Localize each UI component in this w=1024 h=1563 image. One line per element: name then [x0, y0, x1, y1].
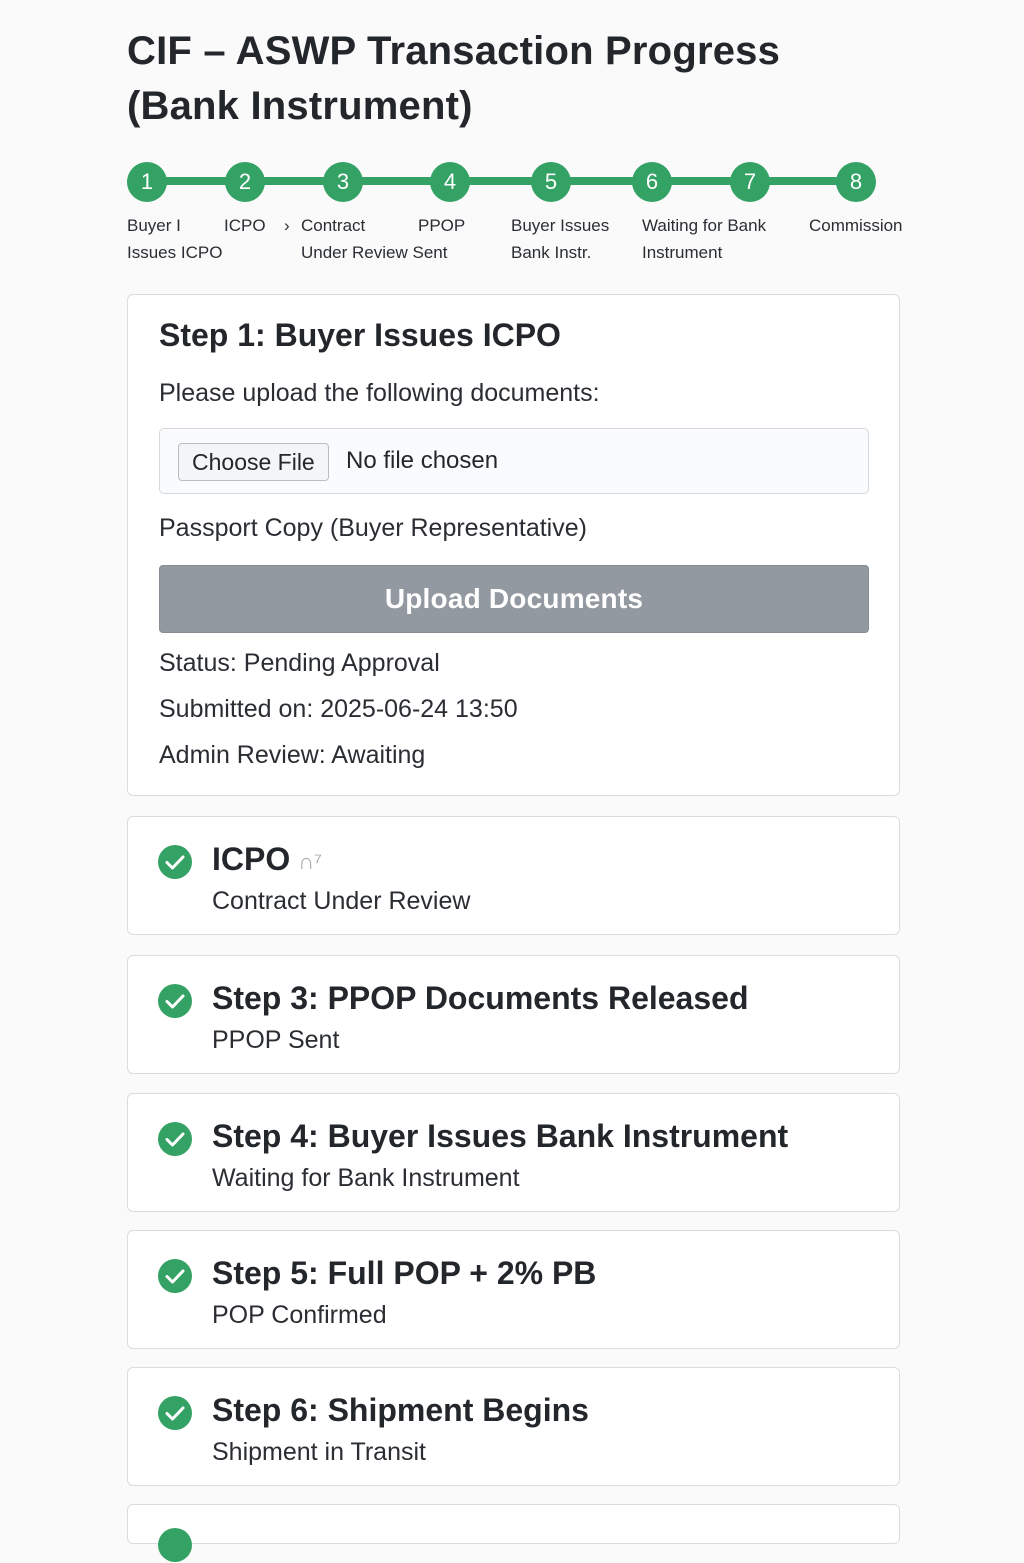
upload-documents-button[interactable]: Upload Documents [159, 565, 869, 633]
step-circle-1[interactable]: 1 [127, 162, 167, 202]
step-label-4-line1: PPOP [418, 216, 466, 235]
file-status-text: No file chosen [346, 447, 499, 474]
step-label-5-line2: Bank Instr. [511, 243, 592, 262]
choose-file-button[interactable]: Choose File [178, 443, 329, 481]
completed-step-card: ICPO ∩⁷ Contract Under Review [127, 816, 900, 935]
completed-step-title: Step 4: Buyer Issues Bank Instrument [212, 1118, 789, 1154]
completed-step-card: Step 3: PPOP Documents Released PPOP Sen… [127, 955, 900, 1074]
check-circle-icon [158, 845, 192, 879]
step-label-2-line1: ICPO [224, 216, 266, 235]
step-label-6-line2: Instrument [642, 243, 723, 262]
completed-step-title: ICPO ∩⁷ [212, 841, 322, 878]
step-label-5: Buyer Issues Bank Instr. [511, 212, 609, 266]
step-circle-7[interactable]: 7 [730, 162, 770, 202]
completed-step-subtitle: Contract Under Review [212, 887, 471, 915]
check-circle-icon [158, 1122, 192, 1156]
completed-step-subtitle: Shipment in Transit [212, 1438, 426, 1466]
chevron-right-icon: › [284, 216, 290, 235]
pen-icon: ∩⁷ [298, 848, 323, 874]
step-label-3-line2: Under Review Sent [301, 243, 448, 262]
completed-step-title: Step 5: Full POP + 2% PB [212, 1255, 597, 1291]
step-label-8: Commission [809, 212, 903, 239]
document-label: Passport Copy (Buyer Representative) [159, 514, 587, 542]
check-circle-icon [158, 1259, 192, 1293]
completed-step-card-partial [127, 1504, 900, 1562]
completed-step-subtitle: POP Confirmed [212, 1301, 387, 1329]
submitted-date: Submitted on: 2025-06-24 13:50 [159, 695, 518, 723]
step-circle-8[interactable]: 8 [836, 162, 876, 202]
step-label-1-line2: Issues ICPO [127, 243, 223, 262]
step-circle-4[interactable]: 4 [430, 162, 470, 202]
step-label-6: Waiting for Bank Instrument [642, 212, 766, 266]
check-circle-icon [158, 1396, 192, 1430]
completed-step-title-text: ICPO [212, 841, 291, 877]
step-circle-2[interactable]: 2 [225, 162, 265, 202]
step-label-4: PPOP [418, 212, 465, 239]
file-input[interactable]: Choose File No file chosen [159, 428, 869, 494]
current-step-title: Step 1: Buyer Issues ICPO [159, 317, 561, 353]
upload-instructions: Please upload the following documents: [159, 379, 600, 407]
completed-step-subtitle: Waiting for Bank Instrument [212, 1164, 520, 1192]
step-label-5-line1: Buyer Issues [511, 216, 610, 235]
status-text: Status: Pending Approval [159, 649, 440, 677]
current-step-card: Step 1: Buyer Issues ICPO Please upload … [127, 294, 900, 796]
completed-step-subtitle: PPOP Sent [212, 1026, 340, 1054]
step-label-6-line1: Waiting for Bank [642, 216, 767, 235]
step-label-2: ICPO [224, 212, 266, 239]
step-label-1: Buyer I Issues ICPO [127, 212, 222, 266]
admin-review-status: Admin Review: Awaiting [159, 741, 426, 769]
progress-stepper: 1 2 3 4 5 6 7 8 Buyer I Issues ICPO ICPO… [127, 160, 927, 270]
step-circle-6[interactable]: 6 [632, 162, 672, 202]
completed-step-card: Step 4: Buyer Issues Bank Instrument Wai… [127, 1093, 900, 1212]
completed-step-card: Step 5: Full POP + 2% PB POP Confirmed [127, 1230, 900, 1349]
step-circle-5[interactable]: 5 [531, 162, 571, 202]
step-circle-3[interactable]: 3 [323, 162, 363, 202]
page-title: CIF – ASWP Transaction Progress (Bank In… [127, 29, 781, 128]
completed-step-title: Step 3: PPOP Documents Released [212, 980, 749, 1016]
completed-step-card: Step 6: Shipment Begins Shipment in Tran… [127, 1367, 900, 1486]
check-circle-icon [158, 1528, 192, 1562]
step-label-8-line1: Commission [809, 216, 903, 235]
step-label-1-line1: Buyer I [127, 216, 181, 235]
check-circle-icon [158, 984, 192, 1018]
completed-step-title: Step 6: Shipment Begins [212, 1392, 589, 1428]
